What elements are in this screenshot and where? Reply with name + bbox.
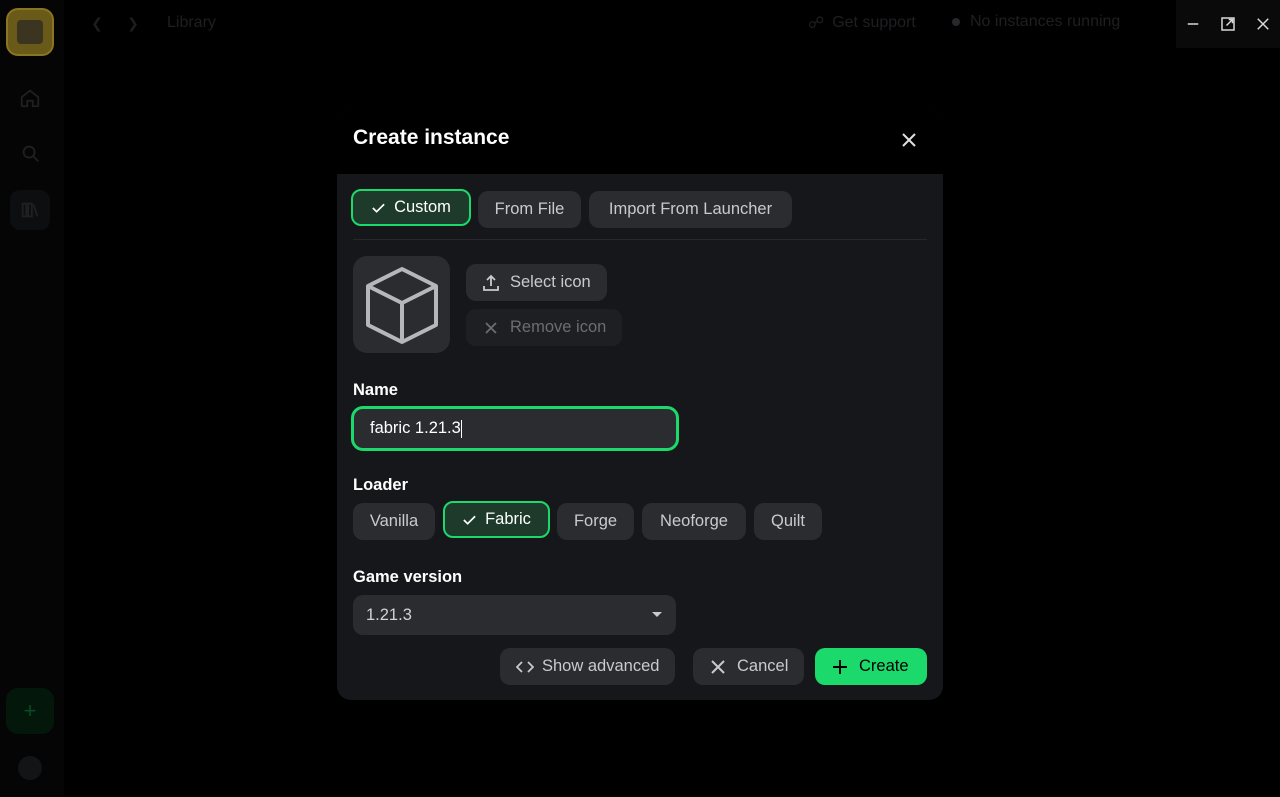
modal-header: Create instance [337, 108, 943, 174]
show-advanced-label: Show advanced [542, 657, 660, 675]
support-label: Get support [832, 14, 916, 31]
back-icon[interactable]: ❮ [86, 12, 108, 34]
loader-option-label: Neoforge [660, 512, 728, 530]
support-icon: ☍ [808, 15, 825, 32]
loader-forge[interactable]: Forge [557, 503, 634, 540]
maximize-icon[interactable] [1216, 12, 1240, 36]
modal-title: Create instance [353, 126, 510, 149]
show-advanced-button[interactable]: Show advanced [500, 648, 676, 685]
create-instance-modal: Create instance Custom From File Import … [337, 108, 943, 700]
status-dot-icon [952, 18, 960, 26]
cancel-button[interactable]: Cancel [693, 648, 805, 685]
plus-icon [833, 659, 847, 674]
divider [353, 239, 927, 240]
tab-label: Import From Launcher [608, 200, 773, 218]
instances-status: No instances running [952, 13, 1120, 31]
name-input[interactable] [351, 406, 679, 451]
loader-option-label: Forge [573, 512, 618, 530]
remove-icon-label: Remove icon [510, 318, 607, 336]
sidebar: + [0, 0, 64, 797]
loader-option-label: Vanilla [369, 512, 419, 530]
cube-icon [365, 266, 438, 344]
instance-icon-preview [353, 256, 450, 353]
select-icon-button[interactable]: Select icon [466, 264, 607, 301]
loader-option-label: Quilt [771, 512, 805, 530]
game-version-select[interactable]: 1.21.3 [353, 595, 676, 635]
code-icon [516, 660, 534, 673]
window-close-icon[interactable] [1251, 12, 1275, 36]
close-icon[interactable] [897, 128, 921, 152]
instances-status-label: No instances running [970, 13, 1121, 30]
select-icon-label: Select icon [510, 273, 591, 291]
loader-vanilla[interactable]: Vanilla [353, 503, 435, 540]
check-icon [372, 203, 385, 213]
chevron-down-icon [652, 612, 662, 617]
library-icon[interactable] [10, 190, 50, 230]
check-icon [463, 515, 476, 525]
breadcrumb: Library [167, 14, 216, 31]
tab-custom[interactable]: Custom [351, 189, 471, 226]
search-icon[interactable] [10, 133, 50, 173]
loader-option-label: Fabric [485, 510, 531, 528]
name-label: Name [353, 381, 398, 399]
x-icon [711, 659, 725, 674]
minimize-icon[interactable] [1181, 12, 1205, 36]
window-controls [1176, 0, 1280, 48]
home-icon[interactable] [10, 78, 50, 118]
loader-label: Loader [353, 476, 409, 494]
create-label: Create [859, 657, 909, 675]
cancel-label: Cancel [737, 657, 789, 675]
upload-icon [483, 274, 499, 291]
create-button[interactable]: Create [815, 648, 927, 685]
tab-label: Custom [394, 198, 451, 216]
tab-from-file[interactable]: From File [478, 191, 581, 228]
get-support-link[interactable]: ☍ Get support [808, 13, 916, 33]
game-version-label: Game version [353, 568, 463, 586]
remove-icon-button[interactable]: Remove icon [466, 309, 623, 346]
loader-quilt[interactable]: Quilt [754, 503, 822, 540]
text-caret [461, 420, 462, 438]
top-bar: ❮ ❯ Library ☍ Get support No instances r… [64, 0, 1280, 48]
forward-icon[interactable]: ❯ [122, 12, 144, 34]
game-version-value: 1.21.3 [366, 605, 412, 624]
loader-neoforge[interactable]: Neoforge [642, 503, 746, 540]
app-logo[interactable] [6, 8, 54, 56]
loader-fabric[interactable]: Fabric [443, 501, 550, 538]
x-icon [485, 321, 497, 334]
tab-label: From File [494, 200, 565, 218]
add-instance-button[interactable]: + [6, 688, 54, 734]
avatar[interactable] [18, 756, 42, 780]
tab-import-from-launcher[interactable]: Import From Launcher [589, 191, 792, 228]
